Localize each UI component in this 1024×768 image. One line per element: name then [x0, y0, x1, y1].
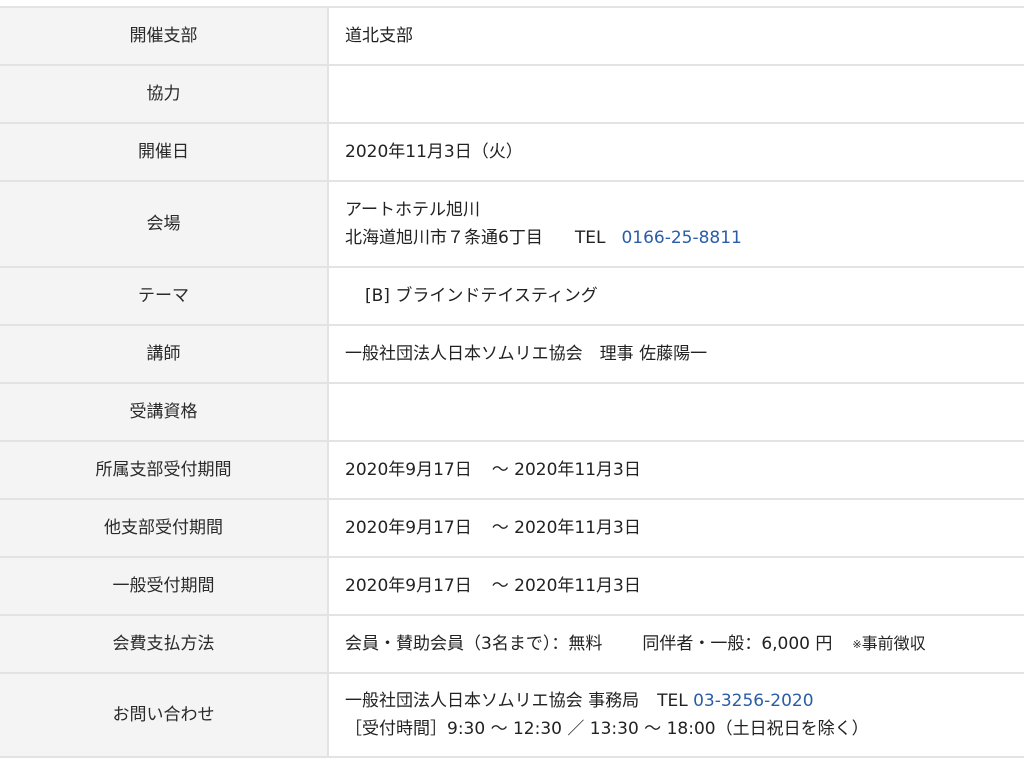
row-label: 会場: [0, 180, 329, 268]
row-label: 受講資格: [0, 382, 329, 442]
note-mark: ※: [852, 637, 862, 651]
row-qualification: 受講資格: [0, 382, 1024, 442]
theme-value-cell: [B] ブラインドテイスティング: [328, 266, 1024, 326]
contact-tel-link[interactable]: 03-3256-2020: [693, 691, 813, 711]
row-label: 講師: [0, 324, 329, 384]
row-label: テーマ: [0, 266, 329, 326]
venue-value: アートホテル旭川 北海道旭川市７条通6丁目 TEL 0166-25-8811: [328, 180, 1024, 268]
period-end: ～ 2020年11月3日: [491, 576, 641, 596]
contact-line: 一般社団法人日本ソムリエ協会 事務局 TEL 03-3256-2020: [345, 687, 1024, 715]
row-label: 所属支部受付期間: [0, 440, 329, 500]
row-lecturer: 講師 一般社団法人日本ソムリエ協会 理事 佐藤陽一: [0, 324, 1024, 384]
row-label: 一般受付期間: [0, 556, 329, 616]
row-fee: 会費支払方法 会員・賛助会員（3名まで）：無料 同伴者・一般：6,000 円 ※事前…: [0, 614, 1024, 674]
period-end: ～ 2020年11月3日: [491, 460, 641, 480]
cooperation-value: [328, 64, 1024, 124]
row-date: 開催日 2020年11月3日（火）: [0, 122, 1024, 182]
period-start: 2020年9月17日: [345, 576, 472, 596]
row-label: 協力: [0, 64, 329, 124]
own-branch-period-value: 2020年9月17日 ～ 2020年11月3日: [328, 440, 1024, 500]
row-cooperation: 協力: [0, 64, 1024, 124]
event-info-table: 開催支部 道北支部 協力 開催日 2020年11月3日（火） 会場 アートホテル…: [0, 6, 1024, 758]
row-theme: テーマ [B] ブラインドテイスティング: [0, 266, 1024, 326]
other-branch-period-value: 2020年9月17日 ～ 2020年11月3日: [328, 498, 1024, 558]
theme-value: [B] ブラインドテイスティング: [365, 286, 598, 306]
row-label: 開催日: [0, 122, 329, 182]
contact-value: 一般社団法人日本ソムリエ協会 事務局 TEL 03-3256-2020 ［受付時間…: [328, 672, 1024, 758]
venue-address-line: 北海道旭川市７条通6丁目 TEL 0166-25-8811: [345, 224, 1024, 252]
branch-value: 道北支部: [328, 6, 1024, 66]
row-label: 他支部受付期間: [0, 498, 329, 558]
row-label: 開催支部: [0, 6, 329, 66]
row-general-period: 一般受付期間 2020年9月17日 ～ 2020年11月3日: [0, 556, 1024, 616]
fee-note: ※事前徴収: [852, 634, 925, 653]
venue-tel-link[interactable]: 0166-25-8811: [621, 228, 741, 248]
qualification-value: [328, 382, 1024, 442]
venue-address: 北海道旭川市７条通6丁目: [345, 228, 543, 248]
contact-hours: ［受付時間］9:30 ～ 12:30 ／ 13:30 ～ 18:00（土日祝日を…: [345, 719, 869, 739]
venue-name: アートホテル旭川: [345, 200, 480, 220]
row-venue: 会場 アートホテル旭川 北海道旭川市７条通6丁目 TEL 0166-25-8811: [0, 180, 1024, 268]
date-value: 2020年11月3日（火）: [328, 122, 1024, 182]
fee-note-text: 事前徴収: [861, 633, 926, 653]
lecturer-value: 一般社団法人日本ソムリエ協会 理事 佐藤陽一: [328, 324, 1024, 384]
period-end: ～ 2020年11月3日: [491, 518, 641, 538]
contact-org: 一般社団法人日本ソムリエ協会 事務局: [345, 691, 640, 711]
row-own-branch-period: 所属支部受付期間 2020年9月17日 ～ 2020年11月3日: [0, 440, 1024, 500]
period-start: 2020年9月17日: [345, 460, 472, 480]
period-start: 2020年9月17日: [345, 518, 472, 538]
venue-tel-label: TEL: [574, 228, 606, 248]
row-branch: 開催支部 道北支部: [0, 6, 1024, 66]
general-period-value: 2020年9月17日 ～ 2020年11月3日: [328, 556, 1024, 616]
contact-tel-label: TEL: [657, 691, 688, 711]
fee-companion: 同伴者・一般：6,000 円: [642, 633, 833, 654]
fee-value: 会員・賛助会員（3名まで）：無料 同伴者・一般：6,000 円 ※事前徴収: [328, 614, 1024, 674]
row-label: お問い合わせ: [0, 672, 329, 758]
row-label: 会費支払方法: [0, 614, 329, 674]
row-contact: お問い合わせ 一般社団法人日本ソムリエ協会 事務局 TEL 03-3256-202…: [0, 672, 1024, 758]
fee-member: 会員・賛助会員（3名まで）：無料: [345, 633, 603, 654]
row-other-branch-period: 他支部受付期間 2020年9月17日 ～ 2020年11月3日: [0, 498, 1024, 558]
